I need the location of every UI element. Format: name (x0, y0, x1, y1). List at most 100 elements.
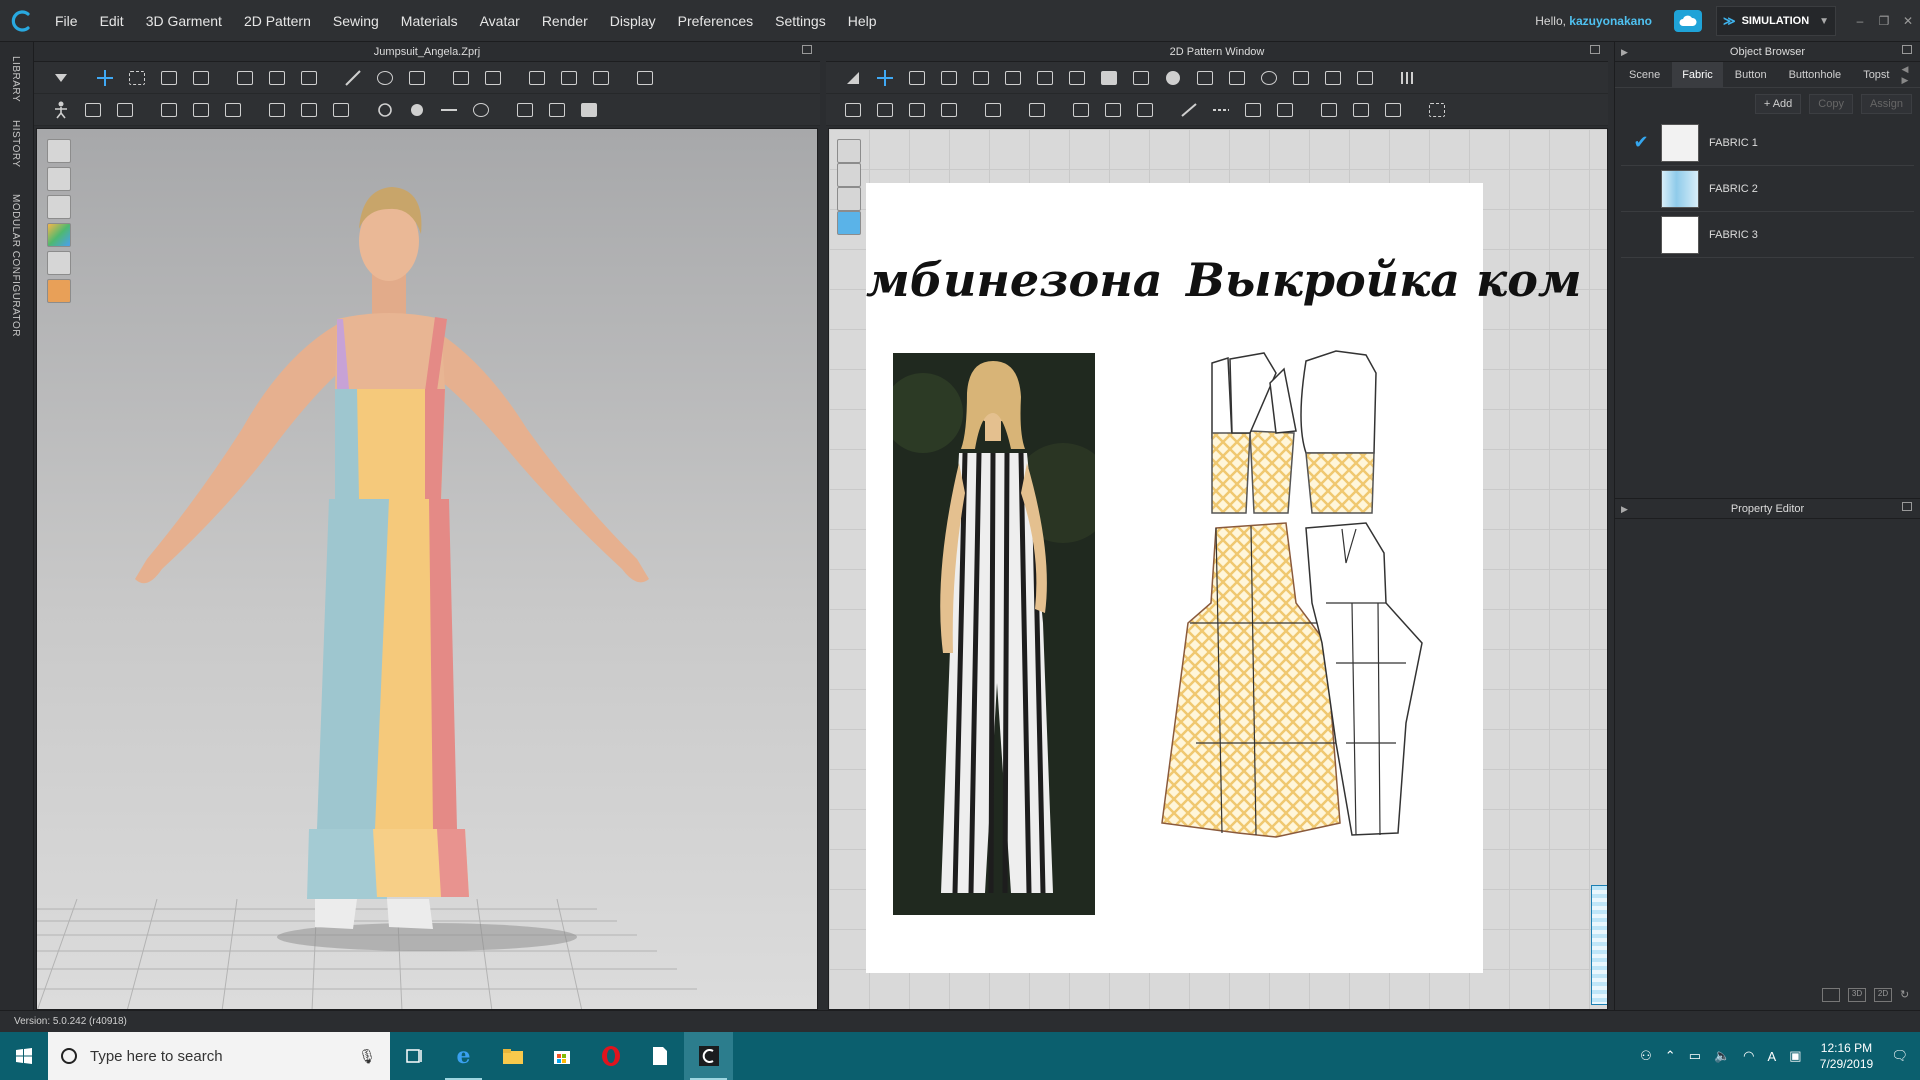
tab-scroll-arrows-icon[interactable]: ◀ ▶ (1901, 64, 1914, 86)
cut-icon[interactable] (1000, 65, 1026, 91)
layout-2d-icon[interactable]: 2D (1874, 988, 1892, 1002)
transform-pattern-icon[interactable] (840, 65, 866, 91)
username[interactable]: kazuyonakano (1569, 14, 1652, 28)
puckering-2d-icon[interactable] (1132, 97, 1158, 123)
select-mesh-box-icon[interactable] (124, 65, 150, 91)
select-move-icon[interactable] (92, 65, 118, 91)
dart-icon[interactable] (1288, 65, 1314, 91)
line-icon[interactable] (1176, 97, 1202, 123)
2d-view-info-icon[interactable] (837, 187, 861, 211)
graphic-2d-icon[interactable] (1100, 97, 1126, 123)
menu-avatar[interactable]: Avatar (469, 0, 531, 42)
menu-sewing[interactable]: Sewing (322, 0, 390, 42)
tab-buttonhole[interactable]: Buttonhole (1779, 62, 1852, 88)
layout-single-icon[interactable] (1822, 988, 1840, 1002)
add-fabric-button[interactable]: + Add (1754, 94, 1802, 114)
edge-browser-icon[interactable]: e (439, 1032, 488, 1080)
segment-sew-icon[interactable] (840, 97, 866, 123)
tab-fabric[interactable]: Fabric (1672, 61, 1723, 88)
segment-sewing-icon[interactable] (112, 97, 138, 123)
tab-scene[interactable]: Scene (1619, 62, 1670, 88)
tack-2d-icon[interactable] (936, 97, 962, 123)
tab-modular-configurator[interactable]: MODULAR CONFIGURATOR (10, 194, 21, 337)
close-button[interactable]: ✕ (1896, 14, 1920, 28)
chevron-up-icon[interactable]: ⌃ (1665, 1048, 1676, 1064)
menu-display[interactable]: Display (599, 0, 667, 42)
steam-icon[interactable] (372, 65, 398, 91)
pin-box-icon[interactable] (188, 65, 214, 91)
menu-materials[interactable]: Materials (390, 0, 469, 42)
2d-view-garment-icon[interactable] (837, 163, 861, 187)
zipper-icon[interactable] (220, 97, 246, 123)
edit-point-icon[interactable] (872, 65, 898, 91)
minimize-button[interactable]: – (1848, 14, 1872, 28)
popout-icon[interactable] (1902, 45, 1912, 54)
graphic-icon[interactable] (544, 97, 570, 123)
garment-fit-icon[interactable] (524, 65, 550, 91)
elastic-icon[interactable] (1380, 97, 1406, 123)
task-view-icon[interactable] (390, 1032, 439, 1080)
2d-view-texture-icon[interactable] (837, 211, 861, 235)
menu-3d-garment[interactable]: 3D Garment (135, 0, 233, 42)
rectangle-outline-icon[interactable] (1128, 65, 1154, 91)
document-app-icon[interactable] (635, 1032, 684, 1080)
fit-suit-icon[interactable] (588, 65, 614, 91)
simulation-mode-select[interactable]: ≫ SIMULATION ▼ (1716, 6, 1836, 36)
fold-2d-icon[interactable] (1024, 97, 1050, 123)
dashed-line-icon[interactable] (1208, 97, 1234, 123)
button-icon[interactable] (372, 97, 398, 123)
clo3d-taskbar-icon[interactable] (684, 1032, 733, 1080)
windows-start-icon[interactable] (0, 1032, 48, 1080)
notch-icon[interactable] (1316, 97, 1342, 123)
add-point-icon[interactable] (968, 65, 994, 91)
curve-point-icon[interactable] (936, 65, 962, 91)
menu-help[interactable]: Help (837, 0, 888, 42)
2d-view-pattern-icon[interactable] (837, 139, 861, 163)
menu-file[interactable]: File (44, 0, 89, 42)
2d-viewport[interactable]: мбинезона Выкройка ком (828, 128, 1608, 1010)
free-sew-icon[interactable] (872, 97, 898, 123)
internal-circle-icon[interactable] (1256, 65, 1282, 91)
taskbar-search-box[interactable]: Type here to search 🎙 (48, 1032, 390, 1080)
puckering-icon[interactable] (328, 97, 354, 123)
slash-spread-icon[interactable] (1032, 65, 1058, 91)
tab-topstitch[interactable]: Topst (1853, 62, 1899, 88)
dropdown-tool-icon[interactable] (48, 65, 74, 91)
fabric-2-piece[interactable] (1591, 885, 1607, 1005)
circumference-measure-icon[interactable] (468, 97, 494, 123)
menu-render[interactable]: Render (531, 0, 599, 42)
zigzag-icon[interactable] (1348, 97, 1374, 123)
avatar-pose-icon[interactable] (48, 97, 74, 123)
app-logo-icon[interactable] (0, 0, 44, 42)
people-icon[interactable]: ⚇ (1640, 1048, 1652, 1064)
tab-history[interactable]: HISTORY (10, 120, 21, 168)
seam-allowance-icon[interactable] (980, 97, 1006, 123)
edit-sewing-icon[interactable] (80, 97, 106, 123)
reference-image-sheet[interactable]: мбинезона Выкройка ком (866, 183, 1582, 973)
menu-2d-pattern[interactable]: 2D Pattern (233, 0, 322, 42)
clock[interactable]: 12:16 PM 7/29/2019 (1814, 1040, 1878, 1072)
fold-3d-icon[interactable] (480, 65, 506, 91)
polygon-icon[interactable] (1064, 65, 1090, 91)
internal-polygon-icon[interactable] (1192, 65, 1218, 91)
tack-icon[interactable] (232, 65, 258, 91)
fold-arrangement-icon[interactable] (448, 65, 474, 91)
tack-on-avatar-icon[interactable] (264, 65, 290, 91)
menu-preferences[interactable]: Preferences (667, 0, 764, 42)
refresh-icon[interactable]: ↻ (1900, 988, 1914, 1002)
rectangle-icon[interactable] (1096, 65, 1122, 91)
file-explorer-icon[interactable] (488, 1032, 537, 1080)
maximize-button[interactable]: ❐ (1872, 14, 1896, 28)
grading-icon[interactable] (1424, 97, 1450, 123)
cloud-icon[interactable] (1674, 10, 1702, 32)
tab-button[interactable]: Button (1725, 62, 1777, 88)
texture-icon[interactable] (512, 97, 538, 123)
notification-status-icon[interactable]: ▣ (1789, 1048, 1801, 1064)
layout-icon[interactable] (1396, 65, 1422, 91)
check-sew-length-icon[interactable] (904, 97, 930, 123)
fill-icon[interactable] (576, 97, 602, 123)
draw-line-icon[interactable] (340, 65, 366, 91)
curve-line-icon[interactable] (1240, 97, 1266, 123)
volume-icon[interactable]: 🔈 (1714, 1048, 1730, 1064)
action-center-icon[interactable]: 🗨 (1891, 1048, 1908, 1064)
